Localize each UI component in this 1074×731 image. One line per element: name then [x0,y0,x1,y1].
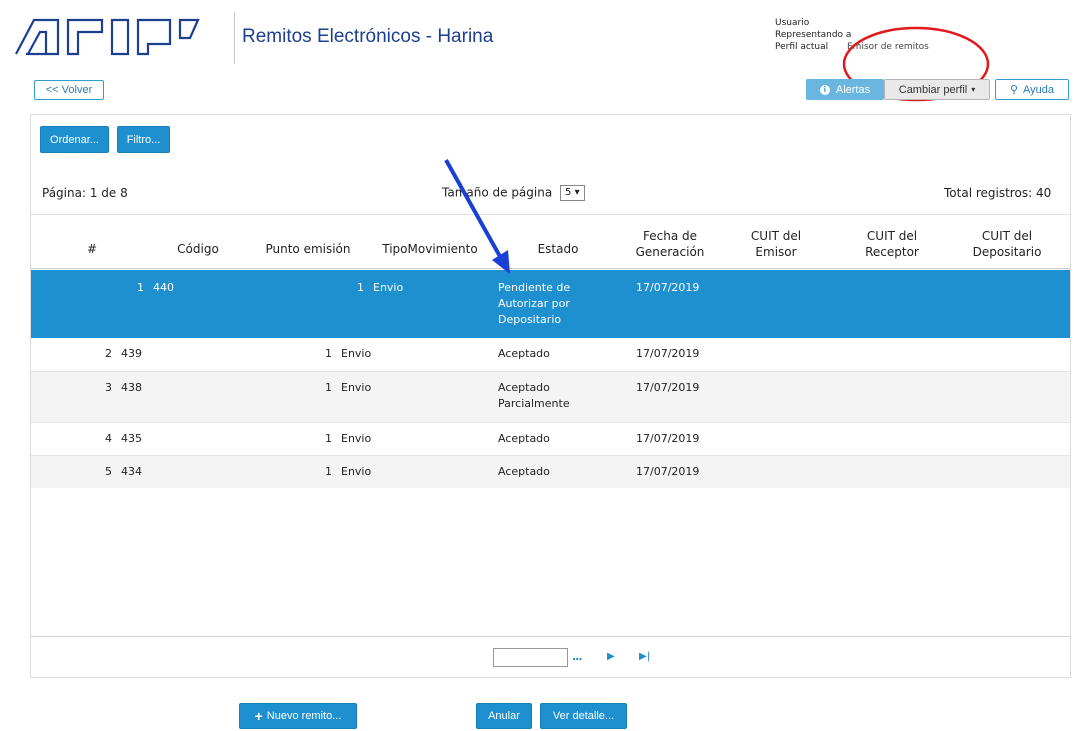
last-page-icon[interactable]: ▶| [639,651,650,662]
cell-punto: 1 [325,347,332,360]
cell-fecha: 17/07/2019 [636,281,700,294]
cambiar-perfil-label: Cambiar perfil [898,83,968,96]
search-icon: ⚲ [1009,84,1019,96]
page-label: Página: [42,186,87,200]
table-row[interactable]: 2 439 1 Envio Aceptado 17/07/2019 [31,338,1070,372]
afip-logo [15,18,200,56]
header-divider [234,12,235,64]
nuevo-remito-label: Nuevo remito... [266,710,342,722]
nuevo-remito-button[interactable]: + Nuevo remito... [239,703,357,729]
usuario-label: Usuario [775,18,810,28]
col-header-num: # [86,242,98,256]
col-header-estado: Estado [537,242,579,256]
page-size-value: 5 [565,187,572,198]
page-goto-input[interactable] [493,648,568,667]
play-icon[interactable]: ▶ [607,651,615,662]
volver-button[interactable]: << Volver [34,80,104,100]
page-value: 1 de 8 [89,186,128,200]
col-header-receptor: CUIT del Receptor [865,229,919,259]
cell-fecha: 17/07/2019 [636,381,700,394]
user-info: Usuario Representando a Perfil actual Emi… [775,17,929,53]
table-row[interactable]: 3 438 1 Envio Aceptado Parcialmente 17/0… [31,372,1070,423]
total-label: Total registros: [944,186,1033,200]
divider [31,214,1070,215]
cell-punto: 1 [357,281,364,294]
perfil-value: Emisor de remitos [847,42,929,52]
header-divider-line [31,268,1070,269]
plus-icon: + [254,708,263,724]
col-header-codigo: Código [177,242,219,256]
cell-num: 2 [105,347,112,360]
cell-codigo: 434 [121,465,142,478]
cell-num: 4 [105,432,112,445]
alertas-label: Alertas [835,83,871,96]
alertas-button[interactable]: i Alertas [806,79,884,100]
cell-fecha: 17/07/2019 [636,347,700,360]
cell-tipo: Envio [341,432,372,445]
cell-codigo: 440 [153,281,174,294]
cell-estado: Pendiente de Autorizar por Depositario [498,281,571,326]
col-header-depositario: CUIT del Depositario [972,229,1042,259]
perfil-label: Perfil actual [775,42,829,52]
ayuda-button[interactable]: ⚲ Ayuda [995,79,1069,100]
page-size-select[interactable]: 5 ▾ [560,185,585,201]
col-header-emisor: CUIT del Emisor [750,229,802,259]
ver-detalle-button[interactable]: Ver detalle... [540,703,627,729]
page-indicator: Página: 1 de 8 [42,186,128,200]
cell-num: 3 [105,381,112,394]
ayuda-label: Ayuda [1023,83,1055,96]
cell-codigo: 439 [121,347,142,360]
cell-estado: Aceptado [498,347,550,360]
info-icon: i [819,84,830,95]
cell-fecha: 17/07/2019 [636,465,700,478]
pager-divider [31,636,1070,637]
cell-codigo: 435 [121,432,142,445]
cell-tipo: Envio [341,465,372,478]
page-title: Remitos Electrónicos - Harina [242,26,494,47]
col-header-fecha: Fecha de Generación [635,229,705,259]
cell-estado: Aceptado [498,465,550,478]
cell-punto: 1 [325,465,332,478]
cell-tipo: Envio [341,381,372,394]
col-header-tipo: TipoMovimiento [382,242,478,256]
cell-estado: Aceptado [498,432,550,445]
total-records: Total registros: 40 [944,186,1051,200]
caret-down-icon: ▾ [971,85,976,94]
goto-page-icon[interactable]: ... [572,650,583,663]
table-row[interactable]: 1 440 1 Envio Pendiente de Autorizar por… [31,270,1070,338]
table-row[interactable]: 4 435 1 Envio Aceptado 17/07/2019 [31,423,1070,456]
cell-punto: 1 [325,381,332,394]
page-size: Tamaño de página 5 ▾ [442,185,585,201]
anular-button[interactable]: Anular [476,703,532,729]
filtro-button[interactable]: Filtro... [117,126,170,153]
cell-tipo: Envio [373,281,404,294]
cell-num: 5 [105,465,112,478]
cell-codigo: 438 [121,381,142,394]
ordenar-button[interactable]: Ordenar... [40,126,109,153]
cell-num: 1 [137,281,144,294]
table-row[interactable]: 5 434 1 Envio Aceptado 17/07/2019 [31,456,1070,488]
page-size-label: Tamaño de página [442,185,553,200]
cell-fecha: 17/07/2019 [636,432,700,445]
cambiar-perfil-button[interactable]: Cambiar perfil ▾ [884,79,990,100]
representando-label: Representando a [775,30,852,40]
total-value: 40 [1035,186,1052,200]
cell-tipo: Envio [341,347,372,360]
cell-punto: 1 [325,432,332,445]
cell-estado: Aceptado Parcialmente [498,381,570,410]
col-header-punto: Punto emisión [265,242,351,256]
